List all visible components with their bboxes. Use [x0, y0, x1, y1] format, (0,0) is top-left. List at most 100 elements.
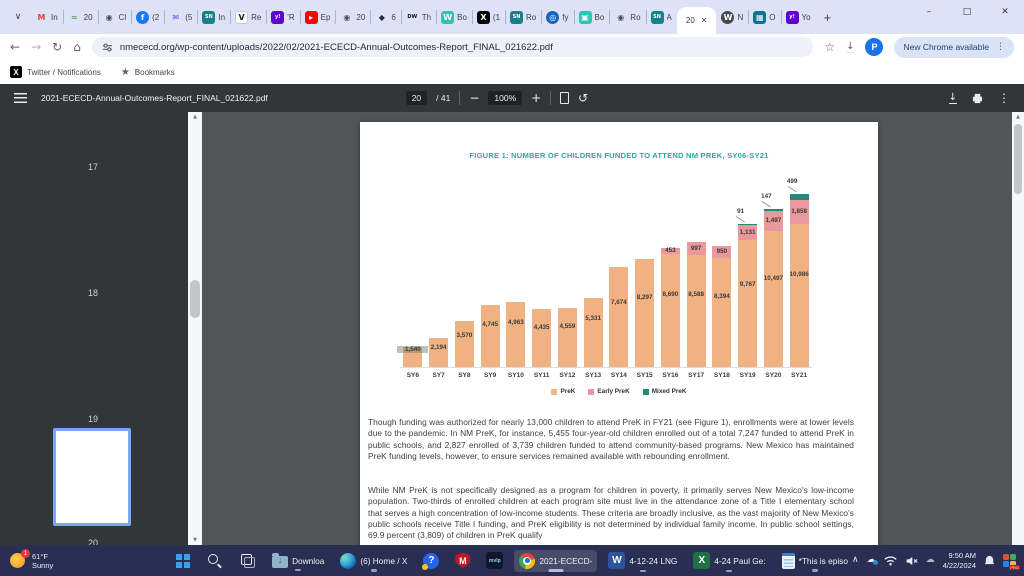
sidebar-scrollbar[interactable]: ▲ ▼: [188, 112, 202, 545]
window-controls: – □ ✕: [910, 0, 1024, 24]
zoom-out-icon[interactable]: −: [469, 92, 479, 104]
new-tab-button[interactable]: +: [824, 10, 832, 25]
browser-tab[interactable]: MIn: [30, 6, 63, 28]
wifi-icon[interactable]: [884, 556, 897, 566]
browser-tab[interactable]: VRe: [230, 6, 266, 28]
browser-tab[interactable]: ≈20: [63, 6, 98, 28]
bar-segment-prek: [558, 308, 577, 367]
page-number-input[interactable]: 20: [406, 91, 427, 105]
office-app-icon[interactable]: PRO: [1003, 554, 1016, 567]
tab-close-icon[interactable]: ✕: [701, 16, 708, 25]
reload-icon[interactable]: ↻: [52, 41, 62, 53]
sidebar-page-number[interactable]: 18: [0, 288, 186, 298]
browser-tab[interactable]: WBo: [436, 6, 472, 28]
chart-column: 4,559: [555, 178, 581, 367]
taskbar-app-folder[interactable]: Downloa: [267, 550, 329, 571]
browser-tab[interactable]: ▸Ep: [300, 6, 336, 28]
chart-column: 4,745: [477, 178, 503, 367]
chrome-update-pill[interactable]: New Chrome available ⋮: [894, 37, 1014, 58]
chrome-icon: [519, 553, 535, 569]
main-scrollbar[interactable]: ▲: [1012, 112, 1024, 545]
taskbar-app-taskview[interactable]: [234, 549, 261, 572]
forward-icon[interactable]: →: [31, 41, 41, 53]
taskbar-app-help[interactable]: ?: [418, 550, 444, 572]
chart-column: 8,297: [632, 178, 658, 367]
volume-muted-icon[interactable]: [905, 556, 918, 566]
browser-tab[interactable]: f(2: [131, 6, 164, 28]
x-axis-label: SY19: [735, 372, 761, 379]
maximize-button[interactable]: □: [948, 0, 986, 24]
tray-chevron-up-icon[interactable]: ∧: [852, 556, 859, 565]
scrollbar-thumb[interactable]: [1014, 124, 1022, 194]
active-tab[interactable]: 20✕: [677, 7, 717, 34]
taskbar-app-chrome[interactable]: 2021-ECECD-: [514, 550, 597, 572]
tab-title: Th: [422, 13, 431, 22]
scroll-up-icon[interactable]: ▲: [1012, 114, 1024, 120]
tab-favicon: M: [35, 11, 48, 24]
taskbar-app-notepad[interactable]: *This is episo: [777, 550, 853, 572]
browser-tab[interactable]: DWTh: [401, 6, 436, 28]
taskbar-app-win[interactable]: [171, 551, 195, 571]
sidebar-page-number[interactable]: 19: [0, 414, 186, 424]
taskbar-app-mcafee[interactable]: M: [450, 550, 475, 572]
taskbar-app-excel[interactable]: X4-24 Paul Ge:: [688, 549, 770, 572]
notifications-bell-icon[interactable]: [984, 555, 995, 566]
sidebar-page-number[interactable]: 17: [0, 162, 186, 172]
taskbar-app-search[interactable]: [201, 549, 228, 572]
browser-tab[interactable]: ◉20: [335, 6, 370, 28]
browser-tab[interactable]: SNIn: [197, 6, 230, 28]
browser-tab[interactable]: ◎fy: [541, 6, 573, 28]
browser-tab[interactable]: ▣Bo: [574, 6, 610, 28]
browser-tab[interactable]: y!Yo: [781, 6, 816, 28]
url-text[interactable]: nmececd.org/wp-content/uploads/2022/02/2…: [120, 42, 553, 53]
body-paragraph: While NM PreK is not specifically design…: [368, 485, 854, 541]
browser-tab[interactable]: ◉Cl: [98, 6, 132, 28]
profile-avatar[interactable]: P: [865, 38, 883, 56]
browser-tab[interactable]: SNRo: [505, 6, 541, 28]
zoom-in-icon[interactable]: +: [531, 92, 541, 104]
address-bar[interactable]: nmececd.org/wp-content/uploads/2022/02/2…: [92, 37, 814, 57]
browser-tab[interactable]: X(1: [472, 6, 505, 28]
site-settings-icon[interactable]: [102, 42, 113, 53]
chart-bar: 8,690453: [661, 248, 680, 367]
bookmark-folder[interactable]: ★ Bookmarks: [121, 67, 175, 78]
browser-tab[interactable]: ▦O: [748, 6, 780, 28]
taskbar-app-edge[interactable]: (6) Home / X: [335, 550, 412, 572]
night-cloud-icon[interactable]: ☁: [926, 556, 935, 565]
x-axis-label: SY7: [426, 372, 452, 379]
browser-tab[interactable]: WN: [716, 6, 748, 28]
onedrive-cloud-icon[interactable]: ☁: [867, 556, 876, 565]
bookmark-star-icon[interactable]: ☆: [824, 41, 835, 53]
home-icon[interactable]: ⌂: [73, 41, 81, 53]
scroll-down-icon[interactable]: ▼: [188, 537, 202, 543]
legend-swatch: [588, 389, 594, 395]
page-20-thumbnail[interactable]: [53, 428, 131, 526]
win-icon: [176, 554, 190, 568]
tab-title: Ro: [526, 13, 536, 22]
browser-tab[interactable]: ◉Ro: [609, 6, 645, 28]
scrollbar-thumb[interactable]: [190, 280, 200, 318]
fit-page-icon[interactable]: [560, 92, 569, 104]
tab-title: In: [51, 13, 58, 22]
close-button[interactable]: ✕: [986, 0, 1024, 24]
weather-widget[interactable]: 1 61°FSunny: [10, 552, 53, 570]
menu-kebab-icon[interactable]: ⋮: [996, 42, 1005, 52]
rotate-icon[interactable]: ↻: [578, 92, 588, 104]
taskbar-clock[interactable]: 9:50 AM4/22/2024: [943, 551, 976, 570]
chart-column: 4,963: [503, 178, 529, 367]
bookmark-twitter[interactable]: X Twitter / Notifications: [10, 66, 101, 78]
taskbar-app-word[interactable]: W4-12-24 LNG: [603, 549, 682, 572]
browser-tab[interactable]: ✉(5: [164, 6, 197, 28]
pdf-kebab-icon[interactable]: ⋮: [998, 92, 1010, 104]
scroll-up-icon[interactable]: ▲: [188, 114, 202, 120]
browser-tab[interactable]: y!'R: [266, 6, 299, 28]
taskbar-app-mvlp[interactable]: mvlp: [481, 549, 508, 572]
pdf-page: FIGURE 1: NUMBER OF CHILDREN FUNDED TO A…: [360, 122, 878, 545]
minimize-button[interactable]: –: [910, 0, 948, 24]
tab-search-icon[interactable]: ∨: [8, 7, 28, 27]
downloads-icon[interactable]: ↓: [846, 41, 854, 53]
browser-tab[interactable]: SNA: [646, 6, 677, 28]
zoom-level[interactable]: 100%: [488, 91, 522, 105]
browser-tab[interactable]: ◆6: [370, 6, 400, 28]
back-icon[interactable]: ←: [10, 41, 20, 53]
